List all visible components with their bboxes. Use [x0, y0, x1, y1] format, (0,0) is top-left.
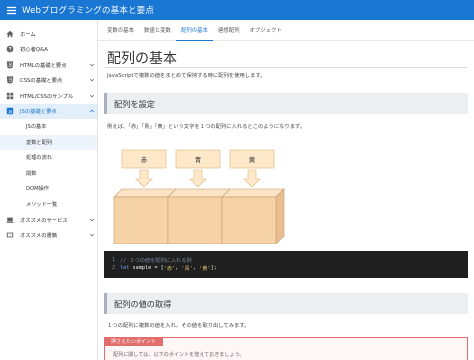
sidebar-subitem-functions[interactable]: 関数 — [0, 166, 97, 182]
sidebar-subitem-dom[interactable]: DOM操作 — [0, 181, 97, 197]
label-box-yellow: 黄 — [229, 149, 275, 169]
down-arrows — [135, 169, 261, 188]
array-box-2 — [221, 196, 277, 244]
sidebar-item-qa[interactable]: 初心者Q&A — [0, 42, 97, 58]
sidebar-item-label: HTMLの基礎と要点 — [20, 62, 67, 69]
callout-tag: 押さえたいポイント — [104, 337, 164, 346]
callout-text: 配列に関しては、以下のポイントを覚えておきましょう。 — [113, 352, 245, 358]
down-arrow-1 — [135, 169, 153, 188]
section2-text: １つの配列に複数の値を入れ、その値を取り出してみます。 — [107, 323, 250, 329]
chevron-down-icon — [87, 62, 97, 68]
code-line-1: 1// ３つの値を配列に入れる例 — [112, 257, 192, 264]
chevron-down-icon — [87, 217, 97, 223]
sidebar-subitem-js-basics[interactable]: JSの基本 — [0, 119, 97, 135]
sidebar-item-label: ホーム — [20, 31, 36, 38]
app-bar: Webプログラミングの基本と要点 — [0, 0, 474, 20]
chevron-down-icon — [87, 232, 97, 238]
css3-icon — [0, 73, 20, 88]
array-boxes — [113, 188, 285, 244]
main-content: 配列の基本 JavaScriptで複数の値をまとめて保持する時に配列を使用します… — [98, 41, 474, 360]
hamburger-icon — [6, 6, 16, 14]
sidebar-item-js[interactable]: JSの基礎と要点 — [0, 103, 97, 119]
array-box-0 — [113, 196, 169, 244]
down-arrow-3 — [243, 169, 261, 188]
home-icon — [0, 26, 20, 41]
tab-numbers-variables[interactable]: 数値と変数 — [139, 20, 176, 40]
app-title[interactable]: Webプログラミングの基本と要点 — [22, 4, 154, 16]
section-heading-set-array: 配列を設定 — [104, 93, 468, 114]
chevron-down-icon — [87, 93, 97, 99]
book-icon — [0, 228, 20, 243]
section-heading-text: 配列の値の取得 — [114, 298, 172, 309]
menu-button[interactable] — [0, 0, 22, 20]
section-heading-text: 配列を設定 — [114, 98, 155, 109]
sidebar-subitem-variables-arrays[interactable]: 変数と配列 — [0, 134, 97, 150]
sidebar-item-label: HTML/CSSのサンプル — [20, 93, 74, 100]
array-box-1 — [167, 196, 223, 244]
tab-bar: 変数の基本 数値と変数 配列の基本 連想配列 オブジェクト — [98, 20, 474, 41]
sidebar: ホーム 初心者Q&A HTMLの基礎と要点 CSSの基礎と要点 HTML/CSS… — [0, 20, 98, 360]
code-line-2: 2 let sample = ['赤', '青', '黄']; — [112, 265, 217, 272]
down-arrow-2 — [189, 169, 207, 188]
sidebar-item-label: JSの基礎と要点 — [20, 109, 57, 116]
label-box-red: 赤 — [121, 149, 167, 169]
label-red: 赤 — [141, 156, 148, 164]
sidebar-item-books[interactable]: オススメの書籍 — [0, 228, 97, 244]
sidebar-item-services[interactable]: オススメのサービス — [0, 212, 97, 228]
sidebar-item-home[interactable]: ホーム — [0, 26, 97, 42]
title-divider — [105, 67, 467, 68]
chevron-down-icon — [87, 77, 97, 83]
chevron-up-icon — [87, 108, 97, 114]
js-icon — [0, 104, 20, 119]
sidebar-subitem-methods[interactable]: メソッド一覧 — [0, 197, 97, 213]
section-heading-get-values: 配列の値の取得 — [104, 293, 468, 314]
tab-objects[interactable]: オブジェクト — [244, 20, 286, 40]
sidebar-item-label: オススメの書籍 — [20, 233, 58, 240]
sidebar-subitem-flow[interactable]: 処理の流れ — [0, 150, 97, 166]
tab-array-basics[interactable]: 配列の基本 — [175, 20, 213, 41]
sidebar-item-label: オススメのサービス — [20, 217, 68, 224]
label-box-blue: 青 — [175, 149, 221, 169]
sidebar-item-samples[interactable]: HTML/CSSのサンプル — [0, 88, 97, 104]
tab-associative-arrays[interactable]: 連想配列 — [213, 20, 245, 40]
array-diagram: 赤 青 黄 — [113, 149, 285, 244]
section1-text: 例えば、「赤」「青」「黄」という文字を１つの配列に入れるとこのようになります。 — [107, 124, 306, 130]
page-title: 配列の基本 — [107, 51, 177, 67]
intro-text: JavaScriptで複数の値をまとめて保持する時に配列を使用します。 — [107, 73, 266, 79]
sidebar-item-css[interactable]: CSSの基礎と要点 — [0, 73, 97, 89]
sidebar-item-label: 初心者Q&A — [20, 47, 48, 54]
sidebar-item-label: CSSの基礎と要点 — [20, 78, 63, 85]
laptop-icon — [0, 212, 20, 227]
point-callout: 押さえたいポイント 配列に関しては、以下のポイントを覚えておきましょう。 — [104, 337, 468, 360]
label-yellow: 黄 — [249, 155, 256, 164]
tab-variable-basics[interactable]: 変数の基本 — [102, 20, 139, 40]
html5-icon — [0, 57, 20, 72]
sidebar-item-html[interactable]: HTMLの基礎と要点 — [0, 57, 97, 73]
help-circle-icon — [0, 42, 20, 57]
code-block: 1// ３つの値を配列に入れる例 2 let sample = ['赤', '青'… — [104, 251, 468, 278]
label-blue: 青 — [195, 155, 202, 164]
grid-icon — [0, 88, 20, 103]
